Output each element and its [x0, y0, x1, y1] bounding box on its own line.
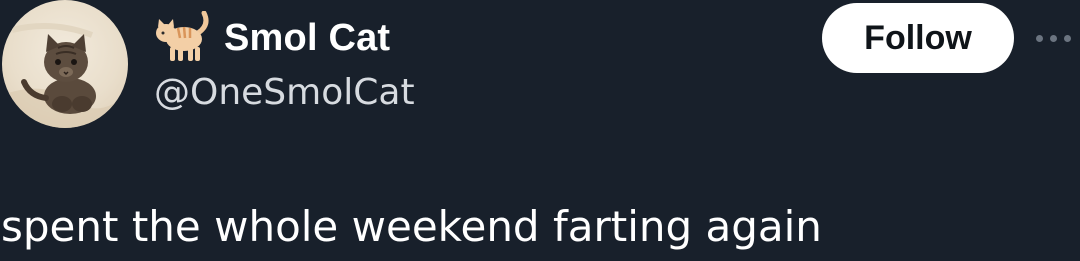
more-dot — [1064, 34, 1071, 42]
cat-emoji-icon — [154, 10, 212, 65]
tweet-card: Smol Cat @OneSmolCat Follow spent the wh… — [0, 0, 1080, 261]
avatar[interactable] — [2, 0, 128, 128]
name-row: Smol Cat — [154, 10, 415, 66]
user-handle[interactable]: @OneSmolCat — [154, 74, 415, 112]
tweet-text: spent the whole weekend farting again — [1, 202, 822, 251]
kitten-avatar-image — [2, 23, 128, 128]
follow-button[interactable]: Follow — [822, 3, 1014, 73]
more-dot — [1050, 34, 1057, 42]
display-name[interactable]: Smol Cat — [224, 19, 390, 57]
more-options-icon[interactable] — [1036, 30, 1080, 46]
more-dot — [1036, 34, 1043, 42]
author-block: Smol Cat @OneSmolCat — [154, 10, 415, 120]
